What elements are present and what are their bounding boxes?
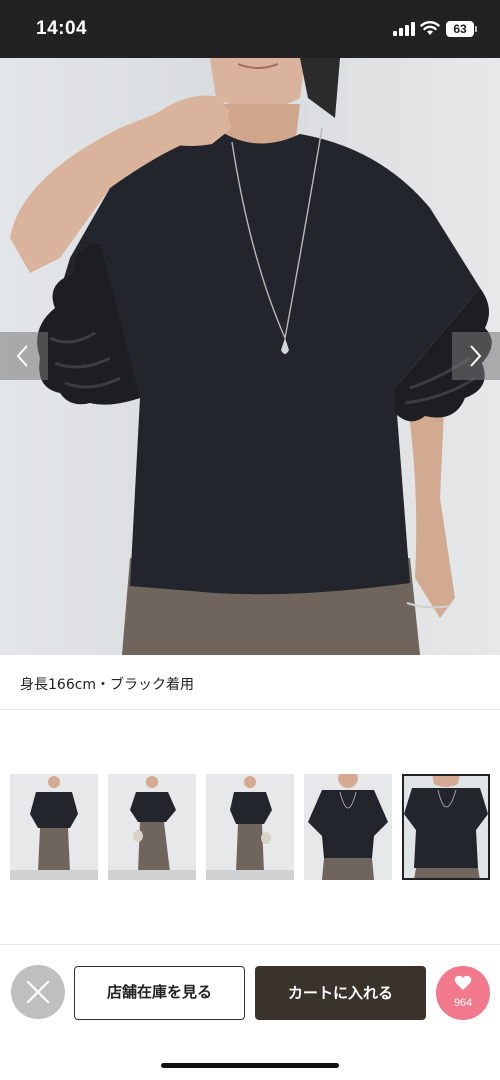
thumbnail-5[interactable] — [402, 774, 490, 880]
product-photo — [0, 58, 500, 655]
thumbnail-3[interactable] — [206, 774, 294, 880]
previous-image-button[interactable] — [0, 332, 48, 380]
favorite-count: 964 — [453, 997, 473, 1009]
store-stock-button[interactable]: 店舗在庫を見る — [74, 966, 245, 1020]
thumbnail-1[interactable] — [10, 774, 98, 880]
thumbnail-strip — [10, 774, 490, 880]
wifi-icon — [420, 20, 440, 36]
status-bar: 14:04 63 — [0, 0, 500, 58]
product-image[interactable] — [0, 58, 500, 655]
chevron-left-icon — [16, 345, 28, 367]
thumbnail-2[interactable] — [108, 774, 196, 880]
status-time: 14:04 — [36, 18, 88, 39]
close-icon — [26, 980, 50, 1004]
signal-icon — [393, 22, 415, 36]
divider — [0, 709, 500, 710]
heart-icon — [454, 975, 472, 990]
image-caption: 身長166cm・ブラック着用 — [20, 677, 195, 693]
battery-icon: 63 — [446, 21, 478, 37]
divider — [0, 944, 500, 945]
home-indicator[interactable] — [161, 1063, 339, 1068]
close-button[interactable] — [11, 965, 65, 1019]
add-to-cart-button[interactable]: カートに入れる — [255, 966, 426, 1020]
chevron-right-icon — [470, 345, 482, 367]
thumbnail-4[interactable] — [304, 774, 392, 880]
favorite-button[interactable]: 964 — [436, 966, 490, 1020]
battery-level: 63 — [446, 21, 474, 37]
next-image-button[interactable] — [452, 332, 500, 380]
